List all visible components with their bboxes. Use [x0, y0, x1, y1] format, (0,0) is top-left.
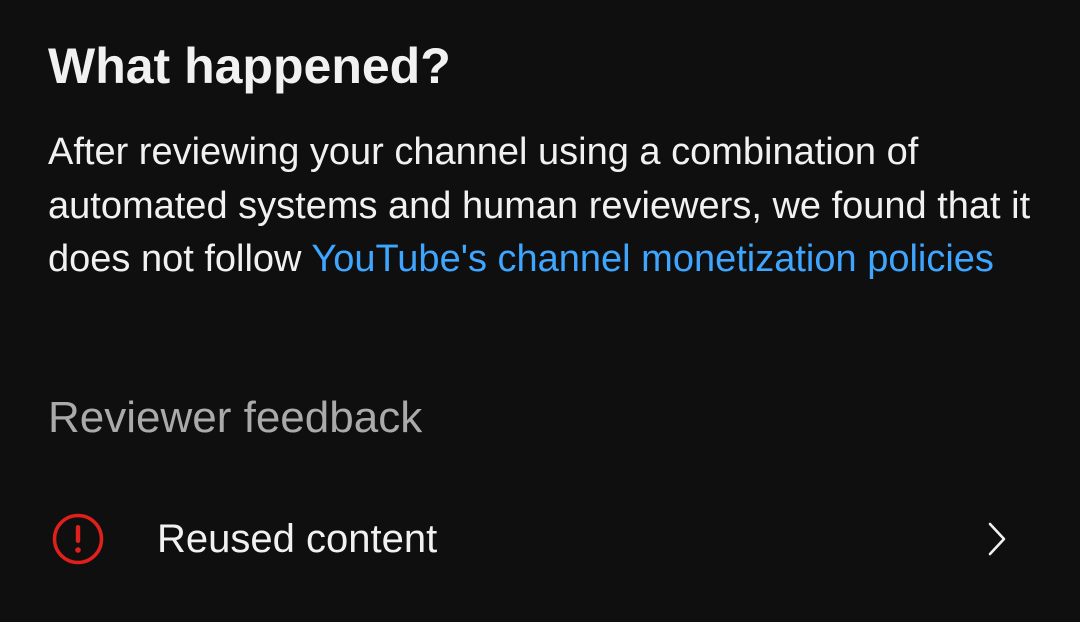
chevron-right-icon — [982, 520, 1012, 558]
page-title: What happened? — [48, 38, 451, 94]
monetization-policies-link[interactable]: YouTube's channel monetization policies — [311, 238, 994, 280]
monetization-review-panel: What happened? After reviewing your chan… — [0, 0, 1080, 622]
reviewer-feedback-heading: Reviewer feedback — [48, 393, 423, 442]
feedback-item-reused-content[interactable]: Reused content — [0, 500, 1080, 578]
alert-circle-icon — [52, 513, 104, 565]
feedback-item-label: Reused content — [157, 517, 438, 561]
explanation-paragraph: After reviewing your channel using a com… — [48, 126, 1038, 287]
